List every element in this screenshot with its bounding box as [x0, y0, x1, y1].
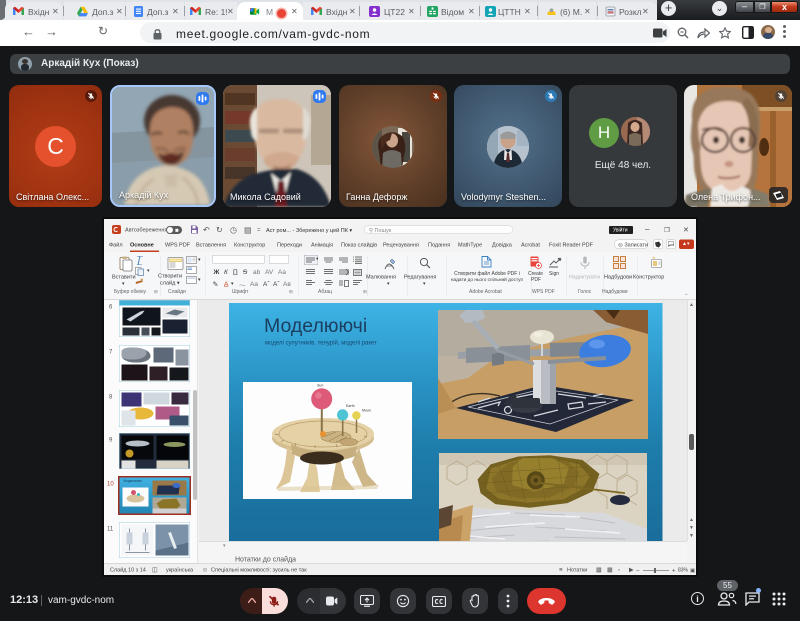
svg-text:Sun: Sun	[317, 384, 323, 388]
svg-text:Earth: Earth	[346, 404, 355, 408]
svg-text:Moon: Moon	[362, 409, 371, 413]
